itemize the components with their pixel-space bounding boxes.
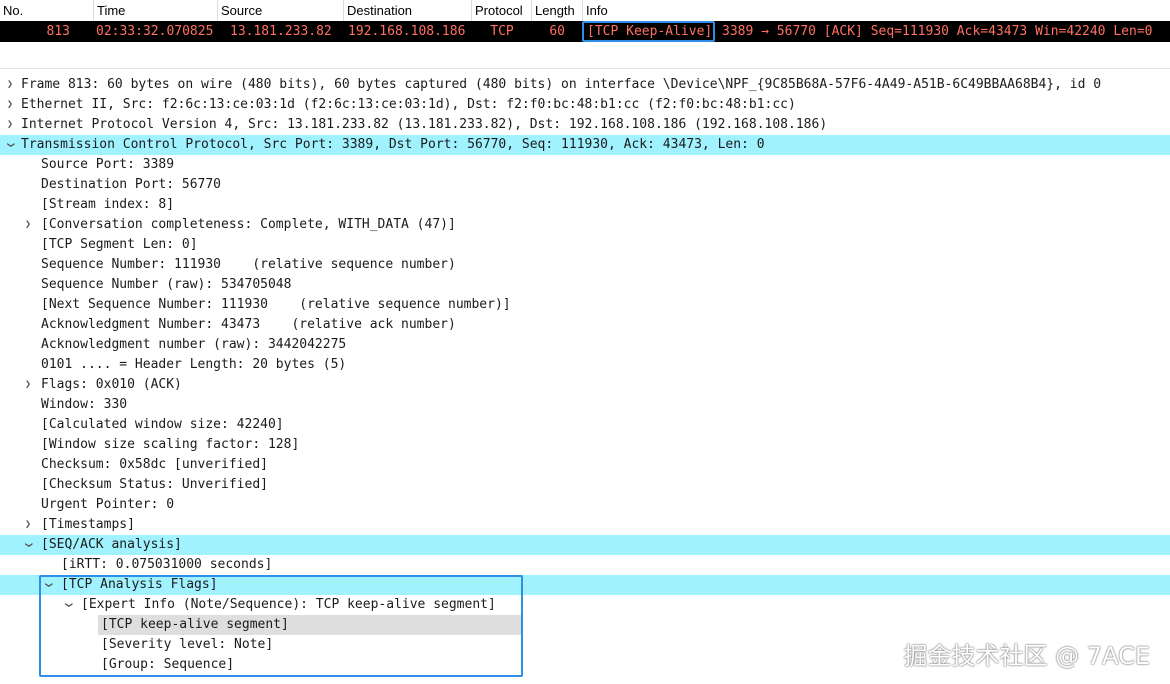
tree-node-dst-port[interactable]: Destination Port: 56770 [0,175,1170,195]
packet-source: 13.181.233.82 [230,24,332,39]
tree-label: [Stream index: 8] [41,197,175,212]
chevron-right-icon[interactable]: ❯ [22,215,34,235]
tree-node-calc-window[interactable]: [Calculated window size: 42240] [0,415,1170,435]
column-header-protocol[interactable]: Protocol [472,0,532,21]
tree-label: [Next Sequence Number: 111930 (relative … [41,297,511,312]
tree-node-timestamps[interactable]: ❯ [Timestamps] [0,515,1170,535]
tree-label: [Window size scaling factor: 128] [41,437,300,452]
chevron-down-icon[interactable]: ❯ [0,139,20,151]
column-header-time[interactable]: Time [94,0,218,21]
chevron-down-icon[interactable]: ❯ [18,539,38,551]
chevron-right-icon[interactable]: ❯ [4,75,16,95]
packet-length: 60 [549,24,565,39]
analysis-flags-annotation-box [39,575,523,677]
tree-label: [Conversation completeness: Complete, WI… [41,217,456,232]
chevron-right-icon[interactable]: ❯ [22,375,34,395]
chevron-right-icon[interactable]: ❯ [4,95,16,115]
tree-node-segment-len[interactable]: [TCP Segment Len: 0] [0,235,1170,255]
tree-node-next-seq[interactable]: [Next Sequence Number: 111930 (relative … [0,295,1170,315]
tree-node-flags[interactable]: ❯ Flags: 0x010 (ACK) [0,375,1170,395]
tree-node-frame[interactable]: ❯ Frame 813: 60 bytes on wire (480 bits)… [0,75,1170,95]
pane-divider [0,68,1170,69]
tree-node-irtt[interactable]: [iRTT: 0.075031000 seconds] [0,555,1170,575]
column-header-destination[interactable]: Destination [344,0,472,21]
tree-node-seq[interactable]: Sequence Number: 111930 (relative sequen… [0,255,1170,275]
tree-node-stream-index[interactable]: [Stream index: 8] [0,195,1170,215]
tree-label: [SEQ/ACK analysis] [41,537,182,552]
column-header-length[interactable]: Length [532,0,583,21]
tree-label: [iRTT: 0.075031000 seconds] [61,557,273,572]
tree-label: Urgent Pointer: 0 [41,497,175,512]
chevron-right-icon[interactable]: ❯ [22,515,34,535]
packet-list-header: No. Time Source Destination Protocol Len… [0,0,1170,22]
tree-node-checksum-status[interactable]: [Checksum Status: Unverified] [0,475,1170,495]
tree-label: Checksum: 0x58dc [unverified] [41,457,268,472]
tree-label: [Calculated window size: 42240] [41,417,284,432]
tree-label: [Checksum Status: Unverified] [41,477,268,492]
tree-node-src-port[interactable]: Source Port: 3389 [0,155,1170,175]
tree-node-header-length[interactable]: 0101 .... = Header Length: 20 bytes (5) [0,355,1170,375]
packet-info: 3389 → 56770 [ACK] Seq=111930 Ack=43473 … [722,24,1153,39]
tree-label: Destination Port: 56770 [41,177,222,192]
column-header-info[interactable]: Info [583,0,1170,21]
tree-node-conversation[interactable]: ❯ [Conversation completeness: Complete, … [0,215,1170,235]
tree-label: [Timestamps] [41,517,135,532]
tree-label: Internet Protocol Version 4, Src: 13.181… [21,117,828,132]
tree-node-seqack-analysis[interactable]: ❯ [SEQ/ACK analysis] [0,535,1170,555]
tree-label: [TCP Segment Len: 0] [41,237,198,252]
tree-label: Sequence Number: 111930 (relative sequen… [41,257,456,272]
watermark: 掘金技术社区 @ 7ACE [903,642,1150,670]
tree-node-ack-raw[interactable]: Acknowledgment number (raw): 3442042275 [0,335,1170,355]
tree-node-ethernet[interactable]: ❯ Ethernet II, Src: f2:6c:13:ce:03:1d (f… [0,95,1170,115]
tree-node-seq-raw[interactable]: Sequence Number (raw): 534705048 [0,275,1170,295]
tree-label: Ethernet II, Src: f2:6c:13:ce:03:1d (f2:… [21,97,796,112]
tree-label: 0101 .... = Header Length: 20 bytes (5) [41,357,347,372]
keepalive-annotation-box [582,21,715,42]
tree-node-urgent-pointer[interactable]: Urgent Pointer: 0 [0,495,1170,515]
tree-node-tcp[interactable]: ❯ Transmission Control Protocol, Src Por… [0,135,1170,155]
tree-label: Sequence Number (raw): 534705048 [41,277,292,292]
packet-no: 813 [46,24,70,39]
tree-label: Source Port: 3389 [41,157,175,172]
tree-node-ip[interactable]: ❯ Internet Protocol Version 4, Src: 13.1… [0,115,1170,135]
packet-destination: 192.168.108.186 [348,24,466,39]
tree-label: Flags: 0x010 (ACK) [41,377,182,392]
packet-time: 02:33:32.070825 [96,24,214,39]
tree-label: Window: 330 [41,397,128,412]
chevron-right-icon[interactable]: ❯ [4,115,16,135]
tree-node-ack[interactable]: Acknowledgment Number: 43473 (relative a… [0,315,1170,335]
tree-node-window-scale[interactable]: [Window size scaling factor: 128] [0,435,1170,455]
tree-node-window[interactable]: Window: 330 [0,395,1170,415]
column-header-no[interactable]: No. [0,0,94,21]
tree-label: Acknowledgment number (raw): 3442042275 [41,337,347,352]
column-header-source[interactable]: Source [218,0,344,21]
packet-protocol: TCP [490,24,514,39]
tree-node-checksum[interactable]: Checksum: 0x58dc [unverified] [0,455,1170,475]
tree-label: Acknowledgment Number: 43473 (relative a… [41,317,456,332]
tree-label: Frame 813: 60 bytes on wire (480 bits), … [21,77,1102,92]
tree-label: Transmission Control Protocol, Src Port:… [21,137,765,152]
